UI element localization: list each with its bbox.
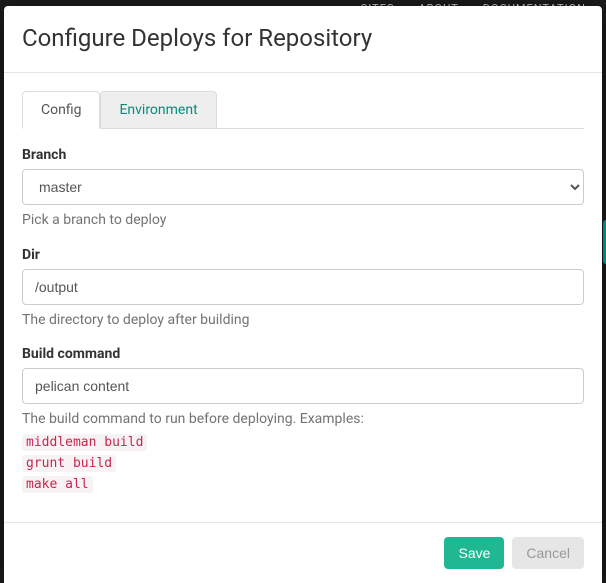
branch-label: Branch — [22, 147, 584, 163]
build-group: Build command The build command to run b… — [22, 346, 584, 493]
dir-input[interactable] — [22, 269, 584, 305]
dir-group: Dir The directory to deploy after buildi… — [22, 247, 584, 331]
build-example-2: grunt build — [22, 455, 116, 472]
dir-label: Dir — [22, 247, 584, 263]
build-examples: middleman build grunt build make all — [22, 432, 584, 493]
tabs: Config Environment — [22, 91, 584, 129]
build-example-3: make all — [22, 476, 93, 493]
configure-deploys-modal: Configure Deploys for Repository Config … — [4, 6, 602, 583]
tab-config[interactable]: Config — [22, 91, 100, 129]
tab-environment[interactable]: Environment — [100, 91, 216, 128]
modal-header: Configure Deploys for Repository — [4, 6, 602, 73]
save-button[interactable]: Save — [444, 537, 504, 569]
modal-body: Config Environment Branch master Pick a … — [4, 73, 602, 522]
branch-select[interactable]: master — [22, 169, 584, 205]
dir-help: The directory to deploy after building — [22, 311, 584, 331]
build-input[interactable] — [22, 368, 584, 404]
branch-group: Branch master Pick a branch to deploy — [22, 147, 584, 231]
modal-title: Configure Deploys for Repository — [22, 24, 584, 52]
build-label: Build command — [22, 346, 584, 362]
modal-footer: Save Cancel — [4, 522, 602, 583]
build-help: The build command to run before deployin… — [22, 410, 584, 430]
cancel-button[interactable]: Cancel — [512, 537, 584, 569]
build-example-1: middleman build — [22, 434, 147, 451]
modal-backdrop: SITES ABOUT DOCUMENTATION Configure Depl… — [0, 0, 606, 583]
branch-help: Pick a branch to deploy — [22, 211, 584, 231]
